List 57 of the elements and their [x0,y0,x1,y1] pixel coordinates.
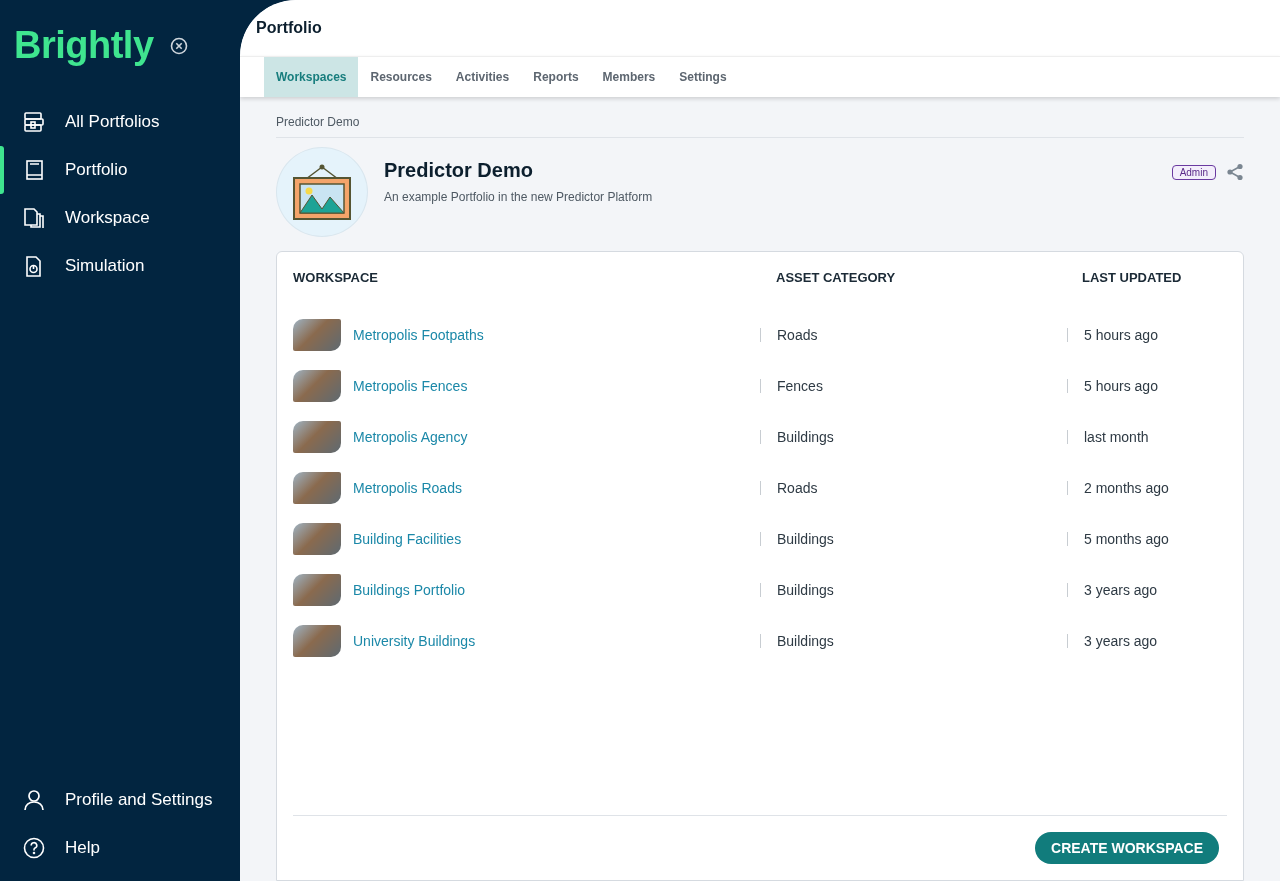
sidebar-item[interactable]: Profile and Settings [0,776,240,824]
table-cell: last month [1084,428,1149,445]
column-header: LAST UPDATED [1081,270,1183,285]
breadcrumb[interactable]: Predictor Demo [276,115,360,129]
column-header: ASSET CATEGORY [775,270,897,285]
share-icon[interactable] [1226,163,1244,181]
portfolio-name: Predictor Demo [384,159,534,182]
sidebar-item[interactable]: All Portfolios [0,98,240,146]
workspace-link[interactable]: Building Facilities [353,530,462,547]
column-header: WORKSPACE [293,270,379,285]
table-cell: 5 hours ago [1084,377,1158,394]
portfolio-description: An example Portfolio in the new Predictor Platform [384,190,654,204]
photo-placeholder [293,420,341,453]
table-cell: Buildings [777,530,834,547]
workspace-link[interactable]: University Buildings [353,632,476,649]
tab[interactable]: Members [590,57,668,97]
tab[interactable]: Workspaces [264,57,359,97]
photo-placeholder [293,318,341,351]
workspace-link[interactable]: Metropolis Fences [353,377,468,394]
photo-placeholder [293,624,341,657]
person-icon [23,789,45,811]
table-cell: 5 hours ago [1084,326,1158,343]
photo-placeholder [293,573,341,606]
pages-icon [23,207,45,229]
table-cell: Fences [777,377,823,394]
close-icon[interactable] [169,37,188,55]
workspace-link[interactable]: Metropolis Agency [353,428,468,445]
framed-picture-icon [292,163,352,221]
tab[interactable]: Resources [358,57,444,97]
role-tag: Admin [1171,164,1216,180]
tab[interactable]: Settings [667,57,739,97]
workspace-link[interactable]: Buildings Portfolio [353,581,466,598]
help-icon [23,837,45,859]
brand-logo: Brightly [14,23,154,68]
sidebar-item[interactable]: Help [0,824,240,872]
table-cell: Buildings [777,581,834,598]
table-cell: 3 years ago [1084,632,1158,649]
tab[interactable]: Reports [521,57,591,97]
book-icon [23,159,45,181]
photo-placeholder [293,369,341,402]
table-cell: Buildings [777,632,834,649]
tab[interactable]: Activities [443,57,522,97]
workspace-link[interactable]: Metropolis Roads [353,479,462,496]
table-cell: 3 years ago [1084,581,1158,598]
photo-placeholder [293,471,341,504]
sidebar-item[interactable]: Simulation [0,242,240,290]
table-cell: Roads [777,479,818,496]
photo-placeholder [293,522,341,555]
table-cell: 2 months ago [1084,479,1169,496]
stacked-boxes-icon [23,111,45,133]
create-workspace-button[interactable]: CREATE WORKSPACE [1035,832,1219,864]
table-cell: Buildings [777,428,834,445]
workspace-link[interactable]: Metropolis Footpaths [353,326,484,343]
table-cell: 5 months ago [1084,530,1169,547]
page-title: Portfolio [256,19,322,37]
sidebar-item[interactable]: Workspace [0,194,240,242]
table-cell: Roads [777,326,818,343]
